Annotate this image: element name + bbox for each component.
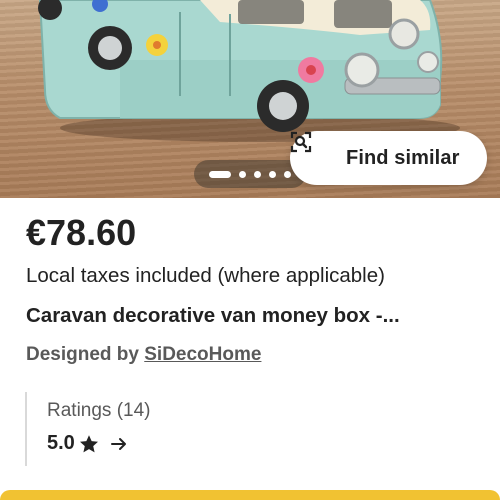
image-carousel-indicator[interactable]	[194, 160, 306, 188]
add-to-cart-bar-edge[interactable]	[0, 490, 500, 500]
find-similar-button[interactable]: Find similar	[290, 131, 487, 185]
rating-summary-link[interactable]: 5.0	[47, 432, 151, 455]
product-image[interactable]: Find similar	[0, 0, 500, 198]
ratings-section[interactable]: Ratings (14) 5.0	[25, 392, 151, 466]
image-search-icon	[290, 131, 332, 169]
product-title[interactable]: Caravan decorative van money box -...	[26, 304, 476, 328]
carousel-dot[interactable]	[239, 170, 246, 178]
ratings-label: Ratings (14)	[47, 400, 151, 421]
carousel-dot[interactable]	[254, 170, 261, 178]
designed-by-prefix: Designed by	[26, 344, 145, 365]
carousel-dot[interactable]	[284, 170, 291, 178]
arrow-right-icon	[110, 435, 128, 453]
find-similar-label: Find similar	[346, 146, 460, 169]
designer-line: Designed by SiDecoHome	[26, 344, 261, 366]
taxes-note: Local taxes included (where applicable)	[26, 264, 385, 287]
carousel-dot[interactable]	[269, 170, 276, 178]
shop-name-link[interactable]: SiDecoHome	[144, 344, 261, 365]
product-price: €78.60	[26, 212, 137, 253]
star-icon	[78, 433, 100, 455]
rating-value: 5.0	[47, 432, 75, 454]
carousel-dot-active[interactable]	[209, 170, 231, 178]
